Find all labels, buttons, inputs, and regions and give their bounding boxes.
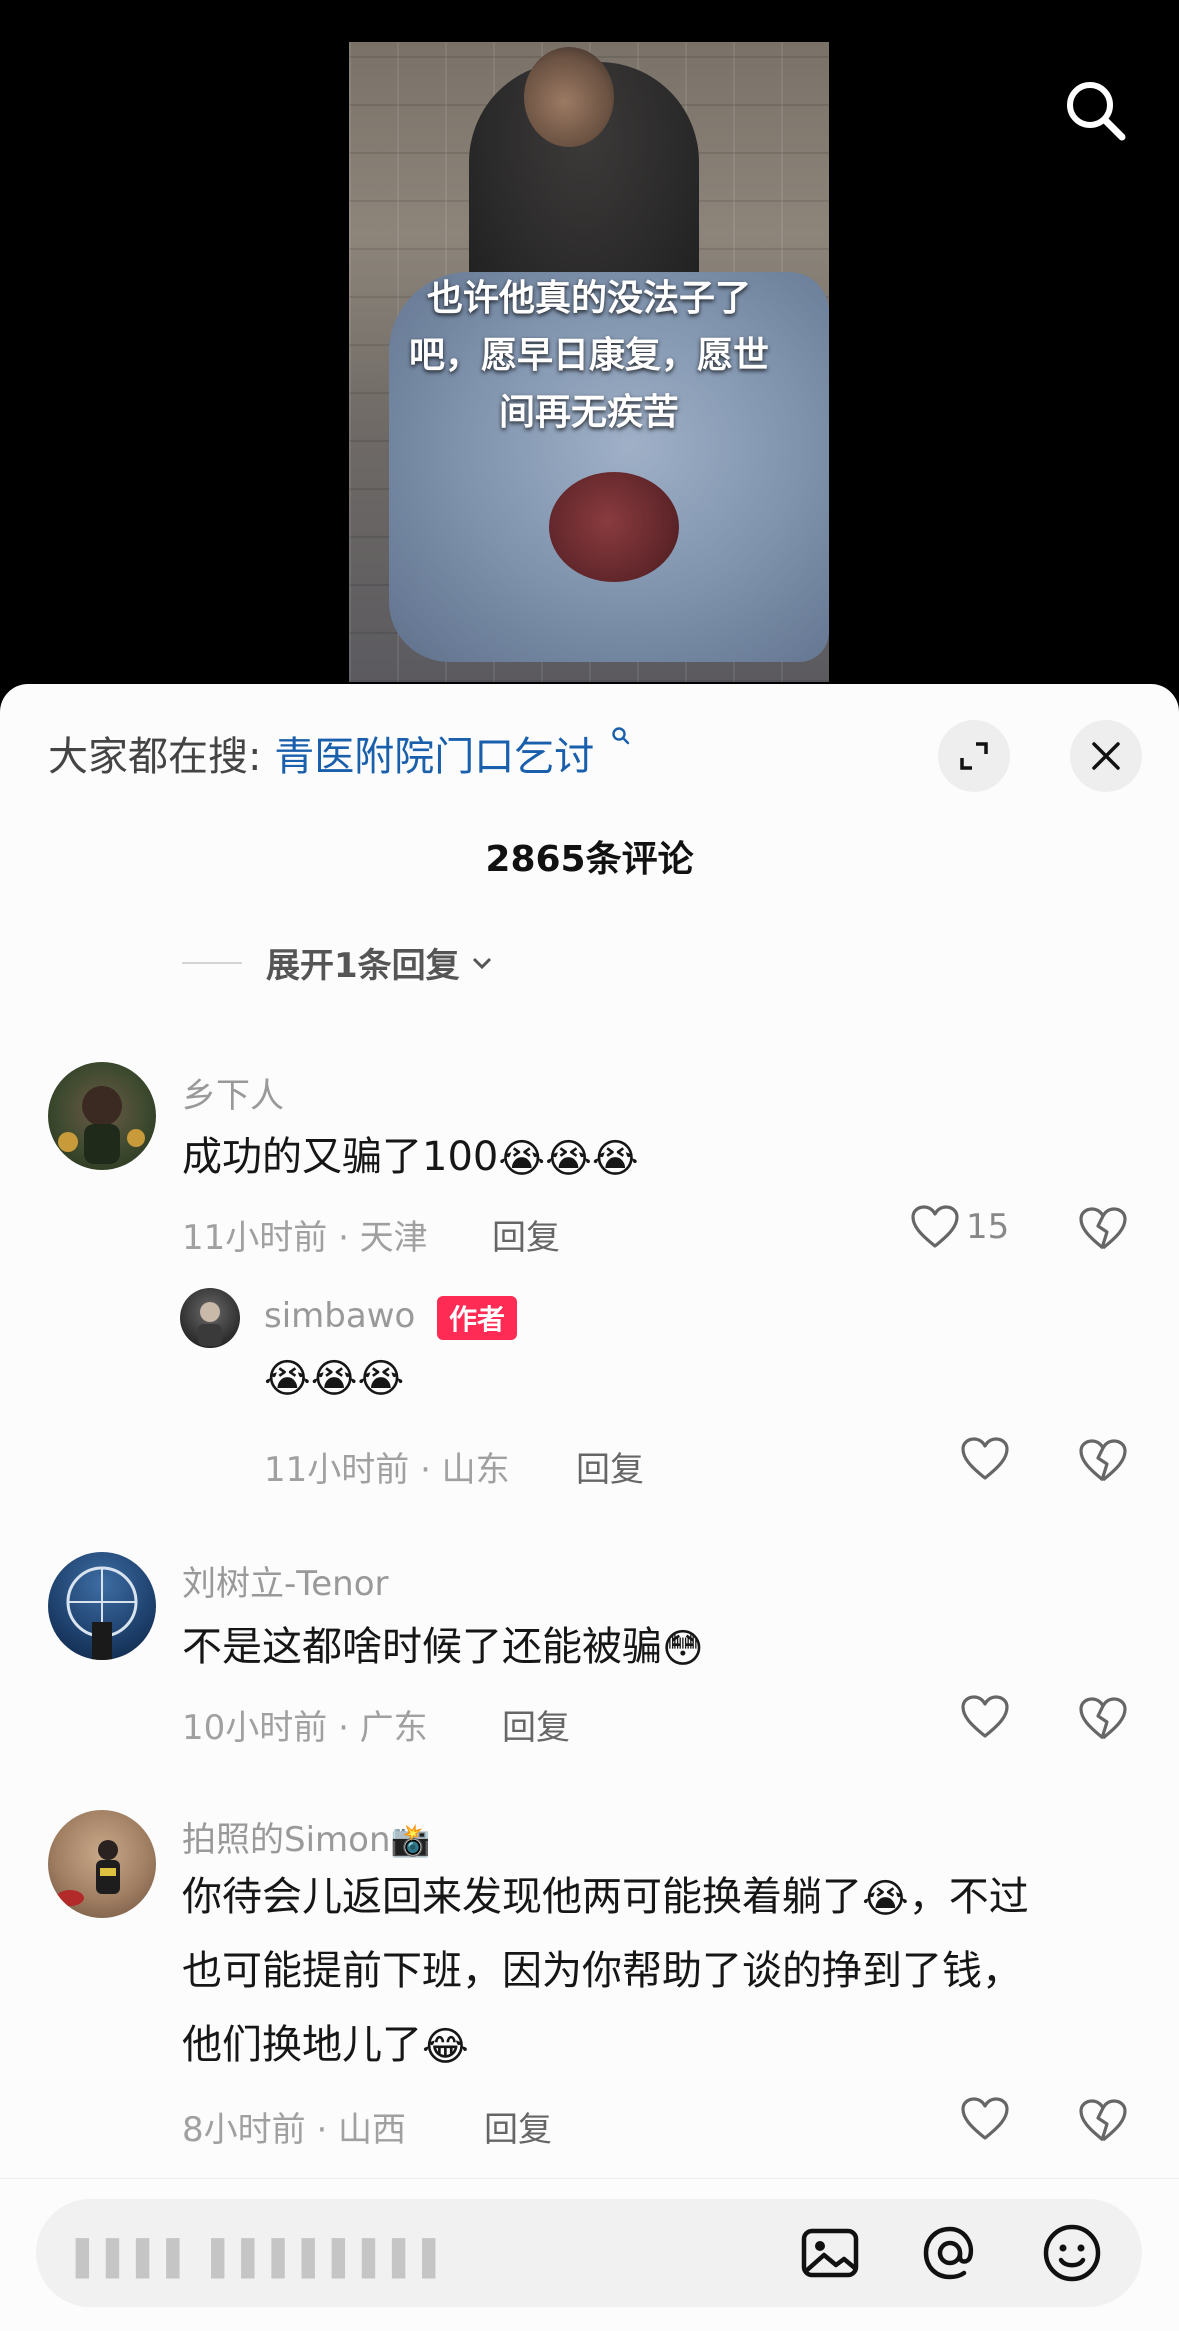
broken-heart-icon[interactable]: [1078, 1438, 1128, 1484]
broken-heart-icon[interactable]: [1078, 2098, 1128, 2144]
video-caption: 也许他真的没法子了 吧，愿早日康复，愿世 间再无疾苦: [349, 270, 829, 441]
caption-line: 间再无疾苦: [498, 392, 679, 433]
comment-text-content: 不是这都啥时候了还能被骗: [182, 1624, 662, 1670]
comment-input-bar: ▌▌▌▌ ▌▌▌▌▌▌▌▌: [0, 2178, 1179, 2331]
comment-meta: 8小时前 · 山西: [182, 2110, 407, 2150]
crying-laughing-emoji: 😭: [498, 1136, 546, 1182]
crying-laughing-emoji: 😭: [545, 1136, 592, 1182]
crying-laughing-emoji: 😭: [310, 1356, 358, 1402]
chevron-down-icon: [472, 957, 491, 969]
expand-replies-button[interactable]: 展开1条回复: [182, 938, 494, 987]
emoji-icon[interactable]: [1040, 2221, 1104, 2285]
video-person-head: [524, 47, 614, 147]
crying-laughing-emoji: 😭: [862, 1876, 909, 1922]
expand-icon: [960, 742, 988, 770]
reply-text: 😭😭😭: [264, 1354, 404, 1402]
divider-line: [182, 961, 242, 964]
reply-button[interactable]: 回复: [492, 1210, 560, 1259]
caption-line: 吧，愿早日康复，愿世: [408, 335, 769, 376]
comment-meta: 11小时前 · 天津: [182, 1218, 428, 1258]
expand-button[interactable]: [938, 720, 1010, 792]
video-hat: [549, 472, 679, 582]
comment-text-content: 你待会儿返回来发现他两可能换着躺了: [182, 1874, 862, 1920]
avatar-image: [58, 1086, 145, 1164]
comment-username[interactable]: 刘树立-Tenor: [182, 1556, 389, 1605]
comment-text-line: 他们换地儿了😂: [182, 2012, 469, 2070]
comment-text: 成功的又骗了100😭😭😭: [182, 1124, 639, 1182]
comment-text-line: 你待会儿返回来发现他两可能换着躺了😭，不过: [182, 1864, 1029, 1922]
small-search-icon: [612, 727, 630, 745]
reply-button[interactable]: 回复: [502, 1700, 570, 1749]
reply-button[interactable]: 回复: [484, 2102, 552, 2151]
close-button[interactable]: [1070, 720, 1142, 792]
at-icon[interactable]: [918, 2221, 982, 2285]
comment-text-content: 成功的又骗了100: [182, 1134, 499, 1180]
close-icon: [1092, 742, 1120, 770]
heart-icon[interactable]: [960, 1694, 1010, 1740]
avatar[interactable]: [48, 1810, 156, 1918]
comment-input-placeholder: ▌▌▌▌ ▌▌▌▌▌▌▌▌: [76, 2239, 453, 2279]
comment-username[interactable]: 乡下人: [182, 1068, 284, 1117]
flushed-emoji: 😳: [662, 1626, 704, 1672]
camera-flash-emoji: 📸: [390, 1821, 431, 1859]
reply-meta: 11小时前 · 山东: [264, 1450, 510, 1490]
comment-sheet: 大家都在搜: 青医附院门口乞讨 2865条评论 展开1条回复 乡下人 成功的又骗…: [0, 684, 1179, 2330]
comment-meta: 10小时前 · 广东: [182, 1708, 428, 1748]
avatar-image: [198, 1302, 222, 1346]
trending-search-label: 大家都在搜:: [48, 734, 262, 780]
avatar[interactable]: [180, 1288, 240, 1348]
comment-text-content: 他们换地儿了: [182, 2022, 422, 2068]
reply-username[interactable]: simbawo: [264, 1296, 415, 1336]
comment-text-line: 也可能提前下班，因为你帮助了谈的挣到了钱，: [182, 1948, 1022, 1994]
search-icon[interactable]: [1060, 75, 1130, 145]
expand-replies-label: 展开1条回复: [266, 946, 460, 986]
avatar-image: [66, 1566, 138, 1660]
avatar[interactable]: [48, 1552, 156, 1660]
avatar[interactable]: [48, 1062, 156, 1170]
avatar-image: [56, 1840, 120, 1906]
broken-heart-icon[interactable]: [1078, 1206, 1128, 1252]
heart-icon: [911, 1205, 959, 1248]
trending-search-link[interactable]: 青医附院门口乞讨: [274, 734, 594, 780]
crying-laughing-emoji: 😭: [264, 1356, 311, 1402]
heart-icon[interactable]: [960, 2096, 1010, 2142]
like-button[interactable]: 15: [910, 1204, 1009, 1250]
trending-search[interactable]: 大家都在搜: 青医附院门口乞讨: [48, 724, 631, 782]
broken-heart-icon[interactable]: [1078, 1696, 1128, 1742]
image-icon[interactable]: [798, 2221, 862, 2285]
comment-text-content: ，不过: [908, 1874, 1029, 1920]
crying-laughing-emoji: 😭: [591, 1136, 639, 1182]
caption-line: 也许他真的没法子了: [426, 278, 751, 319]
comment-username[interactable]: 拍照的Simon📸: [182, 1812, 430, 1861]
heart-icon[interactable]: [960, 1436, 1010, 1482]
comment-text: 不是这都啥时候了还能被骗😳: [182, 1614, 704, 1672]
comment-count: 2865条评论: [485, 839, 694, 880]
author-badge: 作者: [437, 1296, 518, 1340]
video-player[interactable]: 也许他真的没法子了 吧，愿早日康复，愿世 间再无疾苦: [0, 0, 1179, 700]
crying-laughing-emoji: 😭: [357, 1356, 405, 1402]
username-text: 拍照的Simon: [182, 1820, 391, 1860]
laughing-tears-emoji: 😂: [422, 2024, 469, 2070]
reply-button[interactable]: 回复: [576, 1442, 644, 1491]
like-count: 15: [966, 1207, 1010, 1247]
